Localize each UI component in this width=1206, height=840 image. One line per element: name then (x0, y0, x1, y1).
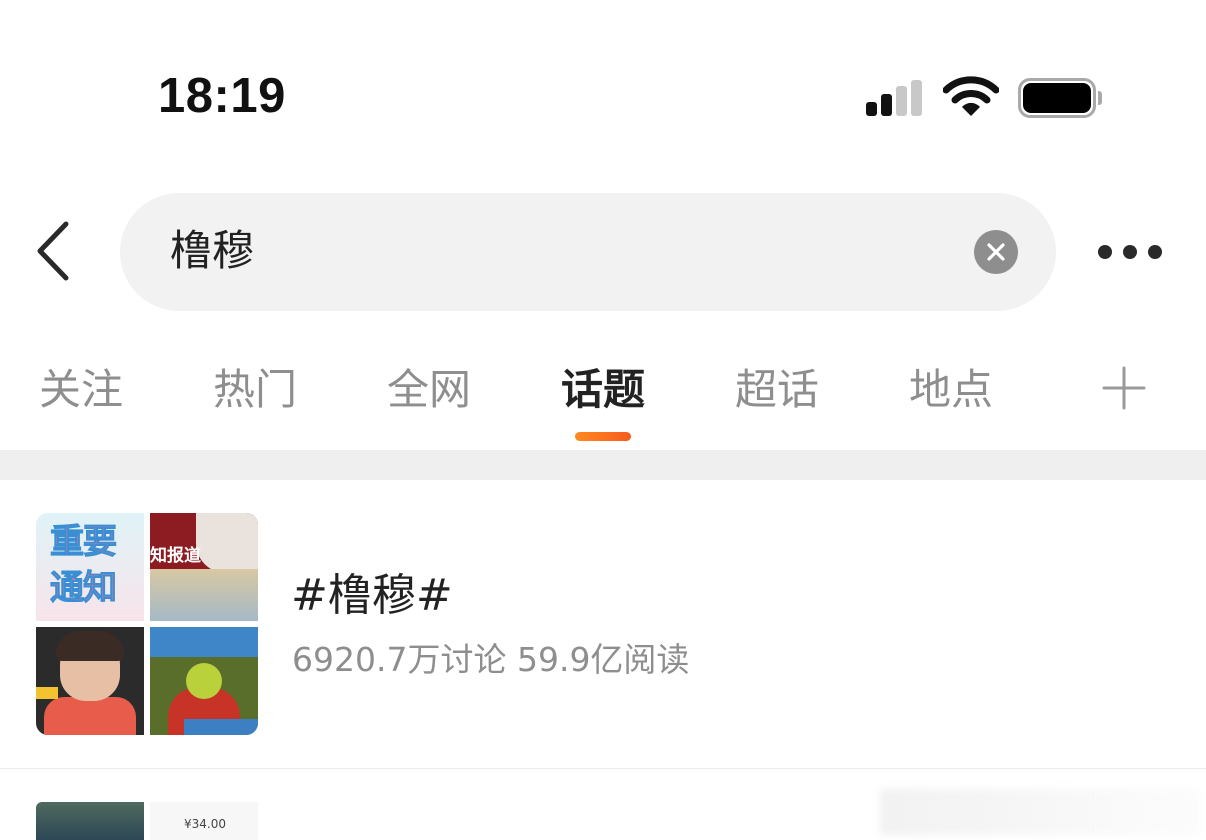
search-input[interactable]: 橹穆 (120, 193, 1056, 311)
thumbnail-news-image: 知报道 (150, 513, 258, 621)
wifi-icon (943, 76, 999, 116)
thumbnail-outdoor-image (150, 627, 258, 735)
next-item-thumbnail (36, 802, 144, 840)
tab-hot[interactable]: 热门 (195, 362, 315, 418)
tab-super-topic[interactable]: 超话 (717, 362, 837, 418)
close-icon (987, 243, 1005, 261)
topic-stats: 6920.7万讨论 59.9亿阅读 (292, 640, 690, 679)
topic-result-item[interactable]: 重要 通知 知报道 #橹穆# 6920.7万讨论 59.9亿阅读 (0, 480, 1206, 768)
status-bar: 18:19 (0, 0, 1206, 150)
section-divider (0, 450, 1206, 480)
next-result-item[interactable]: ¥34.00 (0, 769, 1206, 840)
tab-bar: 关注 热门 全网 话题 超话 地点 (0, 350, 1206, 450)
topic-title[interactable]: #橹穆# (291, 568, 453, 624)
more-options-button[interactable] (1094, 232, 1166, 272)
tab-all-web[interactable]: 全网 (369, 362, 489, 418)
active-tab-indicator (575, 432, 631, 441)
thumbnail-notice-image: 重要 通知 (36, 513, 144, 621)
more-dots-icon (1098, 245, 1112, 259)
tab-topics[interactable]: 话题 (543, 362, 663, 418)
next-item-price: ¥34.00 (184, 817, 226, 831)
tab-location[interactable]: 地点 (891, 362, 1011, 418)
back-button[interactable] (28, 218, 84, 284)
blurred-content (880, 789, 1200, 835)
status-time: 18:19 (158, 69, 286, 123)
topic-thumbnail: 重要 通知 知报道 (36, 513, 258, 735)
battery-icon (1018, 78, 1102, 118)
tab-follow[interactable]: 关注 (21, 362, 141, 418)
clear-search-button[interactable] (974, 230, 1018, 274)
search-query-text[interactable]: 橹穆 (170, 225, 254, 277)
add-tab-icon[interactable] (1102, 366, 1146, 410)
thumbnail-person-image (36, 627, 144, 735)
cellular-signal-icon (866, 80, 924, 116)
